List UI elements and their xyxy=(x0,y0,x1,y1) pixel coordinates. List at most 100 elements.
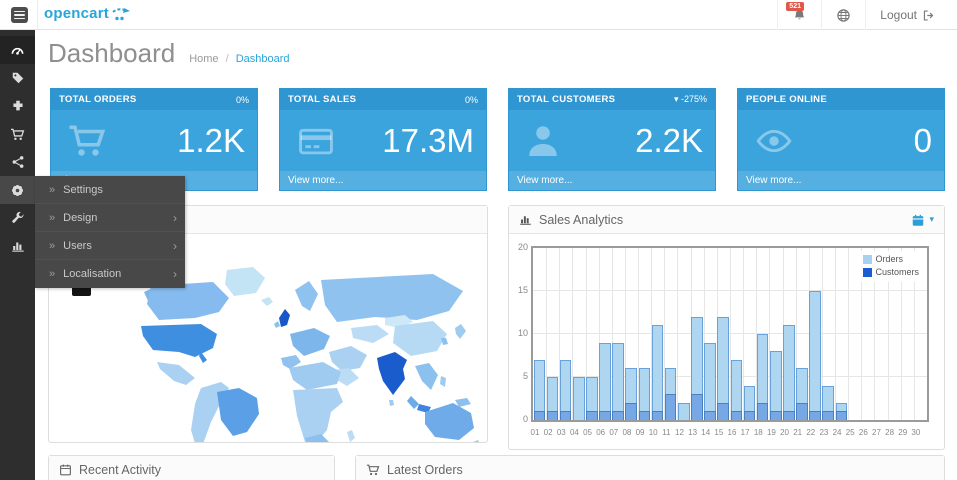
logo-text: opencart xyxy=(44,5,109,22)
notifications-button[interactable]: 521 xyxy=(777,0,821,30)
customers-bar xyxy=(757,403,769,420)
customers-bar xyxy=(744,411,756,420)
sidebar-item-dashboard[interactable] xyxy=(0,36,35,64)
submenu-arrow-icon: » xyxy=(49,212,55,224)
bar-chart-icon xyxy=(519,213,532,226)
sidebar-item-tools[interactable] xyxy=(0,204,35,232)
tile-value: 0 xyxy=(914,122,932,160)
region-europe[interactable] xyxy=(261,281,330,369)
chart-plot-area: Orders Customers xyxy=(531,246,929,422)
sidebar-item-reports[interactable] xyxy=(0,232,35,260)
view-more-link[interactable]: View more... xyxy=(509,171,715,190)
notification-count-badge: 521 xyxy=(786,2,804,11)
customers-bar xyxy=(770,411,782,420)
y-axis-tick-label: 0 xyxy=(512,414,528,424)
orders-bar xyxy=(599,343,611,420)
tile-change-badge: ▾ -275% xyxy=(674,94,707,105)
sidebar-item-sales[interactable] xyxy=(0,120,35,148)
sidebar-item-catalog[interactable] xyxy=(0,64,35,92)
menu-toggle-button[interactable] xyxy=(11,7,28,23)
logout-label: Logout xyxy=(880,8,917,22)
customers-bar xyxy=(665,394,677,420)
opencart-admin-dashboard: opencart 521 xyxy=(0,0,957,480)
reports-icon xyxy=(11,239,25,253)
globe-icon xyxy=(836,8,851,23)
breadcrumb-current-link[interactable]: Dashboard xyxy=(236,53,290,65)
submenu-item-users[interactable]: » Users › xyxy=(35,232,185,260)
dashboard-icon xyxy=(10,43,25,58)
customers-bar xyxy=(599,411,611,420)
customers-bar xyxy=(822,411,834,420)
top-header: opencart 521 xyxy=(0,0,957,30)
logout-icon xyxy=(922,9,935,22)
region-south-america[interactable] xyxy=(191,382,259,442)
region-asia[interactable] xyxy=(321,274,471,418)
chart-legend: Orders Customers xyxy=(859,251,924,282)
chart-range-button[interactable]: ▾ xyxy=(911,213,934,227)
customers-bar xyxy=(652,411,664,420)
breadcrumb-home-link[interactable]: Home xyxy=(189,53,218,65)
sidebar-item-marketing[interactable] xyxy=(0,148,35,176)
y-axis-tick-label: 15 xyxy=(512,285,528,295)
orders-bar xyxy=(809,291,821,420)
recent-activity-panel: Recent Activity xyxy=(48,455,335,480)
legend-customers-label: Customers xyxy=(875,266,919,279)
breadcrumb-separator: / xyxy=(226,53,229,65)
customers-bar xyxy=(717,403,729,420)
latest-orders-panel: Latest Orders xyxy=(355,455,945,480)
recent-activity-header: Recent Activity xyxy=(49,456,334,480)
cart-icon xyxy=(65,121,109,161)
sidebar-item-extensions[interactable] xyxy=(0,92,35,120)
sidebar-item-system[interactable] xyxy=(0,176,35,204)
store-front-button[interactable] xyxy=(821,0,865,30)
cart-icon xyxy=(366,463,380,477)
logout-button[interactable]: Logout xyxy=(865,0,949,30)
tile-change-badge: 0% xyxy=(465,95,478,105)
tile-change-badge: 0% xyxy=(236,95,249,105)
view-more-link[interactable]: View more... xyxy=(280,171,486,190)
gridline-horizontal xyxy=(533,333,927,334)
system-submenu: » Settings » Design › » Users › » Locali… xyxy=(35,176,185,288)
header-divider xyxy=(37,0,38,30)
region-oceania[interactable] xyxy=(425,403,481,442)
submenu-item-localisation[interactable]: » Localisation › xyxy=(35,260,185,288)
customers-bar xyxy=(796,403,808,420)
panel-title: Latest Orders xyxy=(387,463,463,477)
tile-value: 2.2K xyxy=(635,122,703,160)
panel-title: Recent Activity xyxy=(79,463,161,477)
legend-orders-label: Orders xyxy=(875,253,903,266)
orders-bar xyxy=(652,325,664,420)
orders-bar xyxy=(573,377,585,420)
map-zoom-button[interactable] xyxy=(72,288,91,296)
customers-bar xyxy=(534,411,546,420)
submenu-item-design[interactable]: » Design › xyxy=(35,204,185,232)
sales-analytics-header: Sales Analytics ▾ xyxy=(509,206,944,234)
gridline-vertical xyxy=(848,248,849,420)
y-axis-tick-label: 5 xyxy=(512,371,528,381)
customers-bar xyxy=(731,411,743,420)
submenu-arrow-icon: » xyxy=(49,240,55,252)
legend-orders-swatch xyxy=(863,255,872,264)
orders-bar xyxy=(704,343,716,420)
submenu-arrow-icon: » xyxy=(49,268,55,280)
cart-icon xyxy=(10,127,25,142)
customers-bar xyxy=(547,411,559,420)
sidebar-nav xyxy=(0,30,35,480)
chevron-right-icon: › xyxy=(173,239,177,253)
customers-bar xyxy=(560,411,572,420)
opencart-logo[interactable]: opencart xyxy=(44,5,130,22)
gear-icon xyxy=(10,183,25,198)
sales-analytics-panel: Sales Analytics ▾ Orders xyxy=(508,205,945,450)
y-axis-tick-label: 20 xyxy=(512,242,528,252)
chevron-right-icon: › xyxy=(173,267,177,281)
tile-people-online: PEOPLE ONLINE 0 View more... xyxy=(737,88,945,191)
customers-bar xyxy=(704,411,716,420)
breadcrumb: Home / Dashboard xyxy=(189,53,289,65)
tile-title: TOTAL SALES xyxy=(288,94,356,105)
submenu-item-settings[interactable]: » Settings xyxy=(35,176,185,204)
tile-title: TOTAL ORDERS xyxy=(59,94,137,105)
orders-bar xyxy=(612,343,624,420)
view-more-link[interactable]: View more... xyxy=(738,171,944,190)
share-icon xyxy=(11,155,25,169)
world-map[interactable] xyxy=(89,266,487,442)
